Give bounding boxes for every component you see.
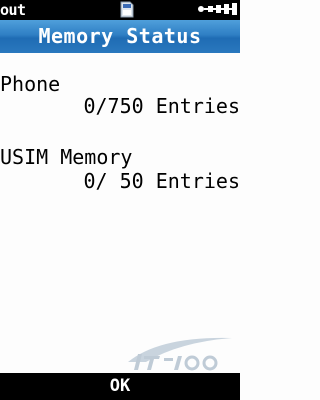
usim-entries-value: 0/ 50 Entries xyxy=(83,169,240,193)
title-bar: Memory Status xyxy=(0,20,240,53)
status-bar-left-text: out xyxy=(0,1,26,19)
page-title: Memory Status xyxy=(38,24,202,48)
ok-softkey[interactable]: OK xyxy=(95,373,145,400)
memory-card-icon xyxy=(120,1,134,18)
softkey-bar: OK xyxy=(0,373,240,400)
phone-entries-value: 0/750 Entries xyxy=(83,94,240,118)
watermark-logo xyxy=(128,337,232,371)
usim-memory-label: USIM Memory xyxy=(0,145,133,169)
status-bar: out xyxy=(0,0,240,20)
signal-icon xyxy=(198,3,237,15)
phone-label: Phone xyxy=(0,72,61,96)
